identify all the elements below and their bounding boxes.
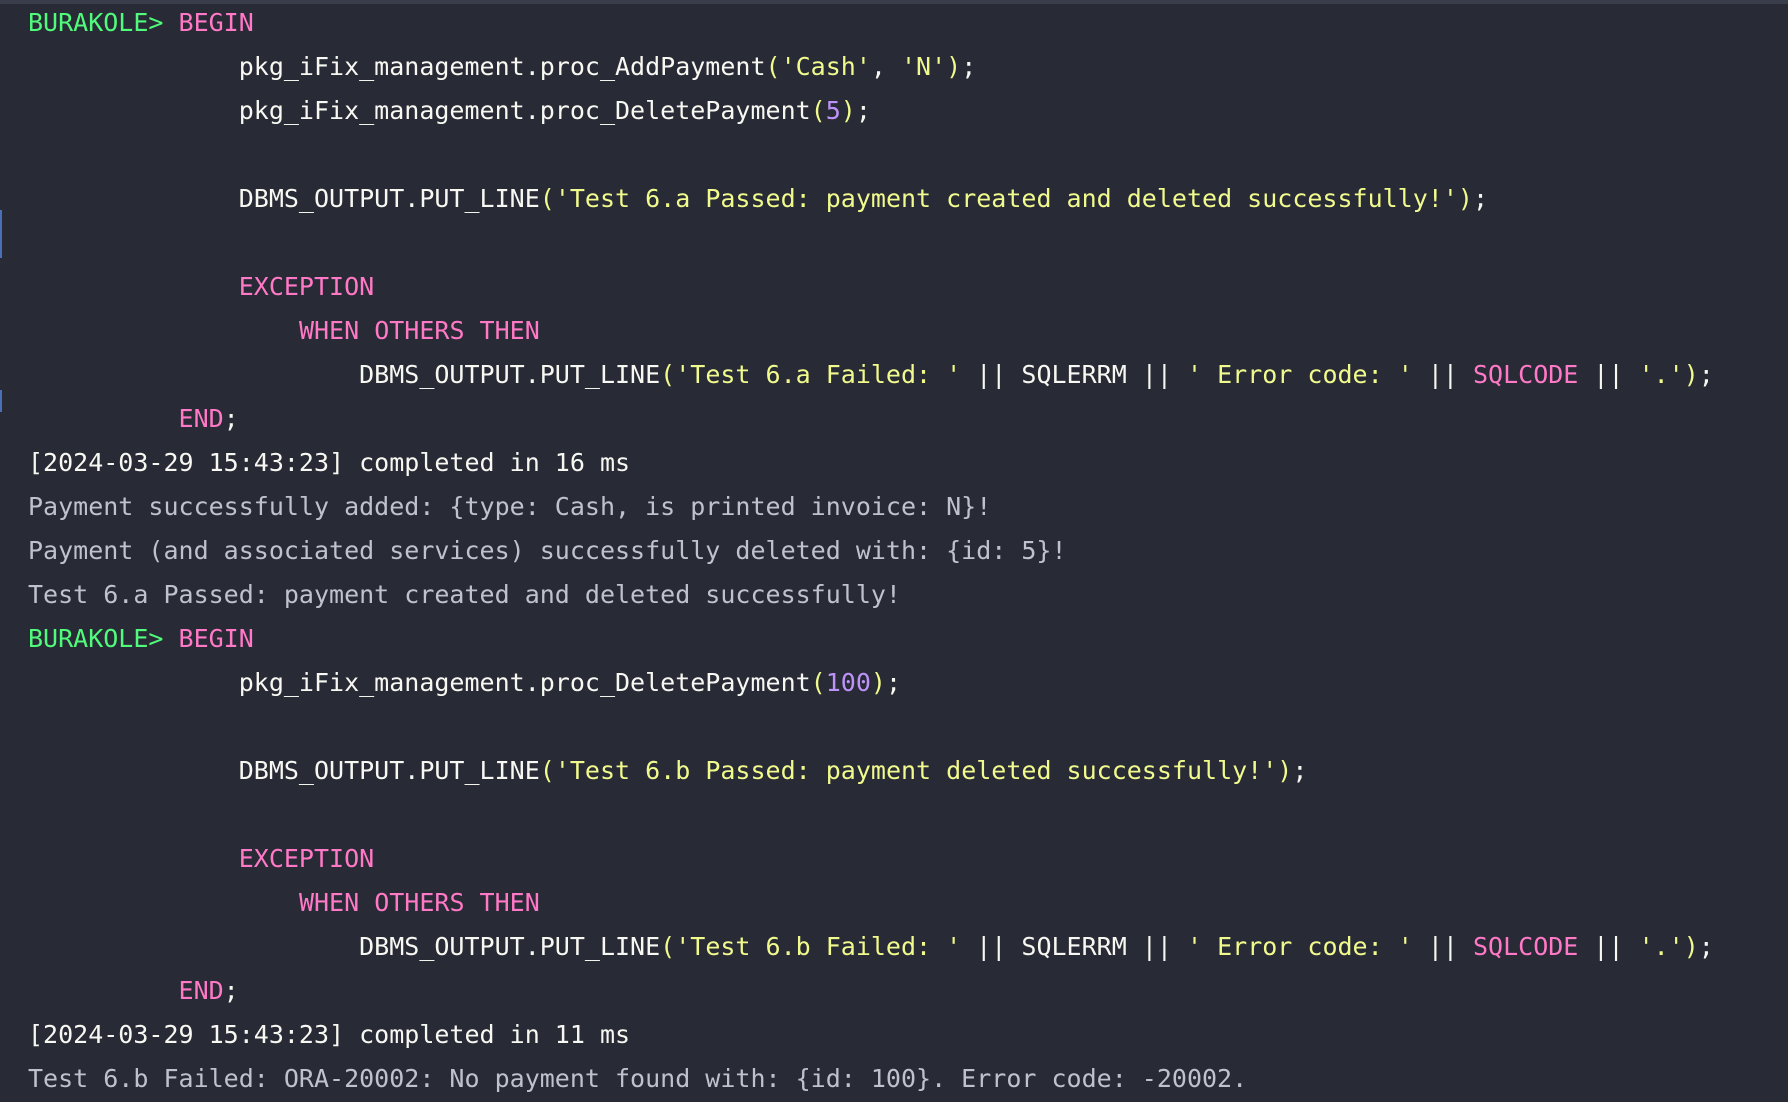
code-token: ( [539,184,555,213]
code-token: SQLCODE [1472,360,1579,389]
code-token: [2024-03-29 15:43:23] completed in 11 ms [28,1020,631,1049]
code-token: ( [660,932,676,961]
code-token: BEGIN [178,624,254,653]
code-token: 5 [825,96,841,125]
code-token: ; [855,96,871,125]
console-line-code: WHEN OTHERS THEN [28,881,540,925]
code-token: || [1578,932,1639,961]
code-token: 100 [825,668,871,697]
code-token: ' Error code: ' [1186,932,1413,961]
console-line-code: DBMS_OUTPUT.PUT_LINE('Test 6.b Failed: '… [28,925,1714,969]
code-token: EXCEPTION [238,272,375,301]
code-token: END [178,404,224,433]
code-token: BURAKOLE> [28,624,179,653]
code-token: || [1412,360,1473,389]
code-token: ; [223,976,239,1005]
code-token: ; [885,668,902,697]
console-line-code: DBMS_OUTPUT.PUT_LINE('Test 6.b Passed: p… [28,749,1308,793]
code-token: ) [840,96,856,125]
code-token: || SQLERRM || [961,932,1187,961]
code-token: DBMS_OUTPUT.PUT_LINE [28,360,661,389]
code-token: ; [961,52,977,81]
console-line-code: pkg_iFix_management.proc_AddPayment('Cas… [28,45,977,89]
console-line-output: Payment successfully added: {type: Cash,… [28,485,991,529]
code-token: || [1412,932,1473,961]
code-token: '.' [1638,932,1684,961]
console-line-code: DBMS_OUTPUT.PUT_LINE('Test 6.a Failed: '… [28,353,1714,397]
console-line-code: pkg_iFix_management.proc_DeletePayment(5… [28,89,871,133]
code-token: ; [1472,184,1489,213]
code-token: 'Test 6.b Failed: ' [675,932,962,961]
console-line-status: [2024-03-29 15:43:23] completed in 16 ms [28,441,630,485]
code-token: DBMS_OUTPUT.PUT_LINE [28,756,540,785]
code-token: pkg_iFix_management.proc_DeletePayment [28,96,811,125]
console-line-code: DBMS_OUTPUT.PUT_LINE('Test 6.a Passed: p… [28,177,1488,221]
code-token: DBMS_OUTPUT.PUT_LINE [28,932,661,961]
code-token: ) [1683,360,1699,389]
code-token: ; [223,404,239,433]
code-token: || [1578,360,1639,389]
code-token: ; [1698,932,1714,961]
code-token: pkg_iFix_management.proc_DeletePayment [28,668,811,697]
console-output[interactable]: BURAKOLE> BEGIN pkg_iFix_management.proc… [0,0,1788,1102]
console-line-code: END; [28,397,239,441]
code-token: Test 6.a Passed: payment created and del… [28,580,901,609]
console-line-code: WHEN OTHERS THEN [28,309,540,353]
code-token: ( [660,360,676,389]
console-line-code: pkg_iFix_management.proc_DeletePayment(1… [28,661,901,705]
code-token: Payment successfully added: {type: Cash,… [28,492,992,521]
code-token: SQLCODE [1472,932,1579,961]
console-line-code: EXCEPTION [28,837,374,881]
code-token: ( [539,756,555,785]
code-token: ; [1292,756,1308,785]
code-token: ) [1277,756,1293,785]
code-token: Test 6.b Failed: ORA-20002: No payment f… [28,1064,1248,1093]
code-token: ( [810,668,826,697]
code-token: DBMS_OUTPUT.PUT_LINE [28,184,540,213]
code-token: ' Error code: ' [1186,360,1413,389]
code-token: ) [946,52,962,81]
console-line-status: [2024-03-29 15:43:23] completed in 11 ms [28,1013,630,1057]
code-token: ) [1457,184,1473,213]
code-token: || SQLERRM || [961,360,1187,389]
console-line-output: Test 6.a Passed: payment created and del… [28,573,901,617]
code-token: , [870,52,901,81]
console-line-code: BURAKOLE> BEGIN [28,617,254,661]
code-token: ) [1683,932,1699,961]
code-token: 'Test 6.a Failed: ' [675,360,962,389]
code-token: EXCEPTION [238,844,375,873]
code-token: BEGIN [178,8,254,37]
code-token: END [178,976,224,1005]
code-token: [2024-03-29 15:43:23] completed in 16 ms [28,448,631,477]
code-token: 'N' [901,52,947,81]
code-token: WHEN OTHERS THEN [298,888,540,917]
code-token: ( [810,96,826,125]
console-line-output: Payment (and associated services) succes… [28,529,1067,573]
code-token: ; [1698,360,1714,389]
console-line-code: END; [28,969,239,1013]
console-line-code: EXCEPTION [28,265,374,309]
code-token: WHEN OTHERS THEN [298,316,540,345]
console-line-output: Test 6.b Failed: ORA-20002: No payment f… [28,1057,1247,1101]
code-token: BURAKOLE> [28,8,179,37]
code-token: Payment (and associated services) succes… [28,536,1067,565]
code-token: pkg_iFix_management.proc_AddPayment [28,52,766,81]
code-token: 'Test 6.b Passed: payment deleted succes… [554,756,1278,785]
code-token: '.' [1638,360,1684,389]
code-token: ( [765,52,781,81]
code-token: 'Test 6.a Passed: payment created and de… [554,184,1458,213]
console-line-code: BURAKOLE> BEGIN [28,1,254,45]
code-token: ) [870,668,886,697]
code-token: 'Cash' [780,52,871,81]
